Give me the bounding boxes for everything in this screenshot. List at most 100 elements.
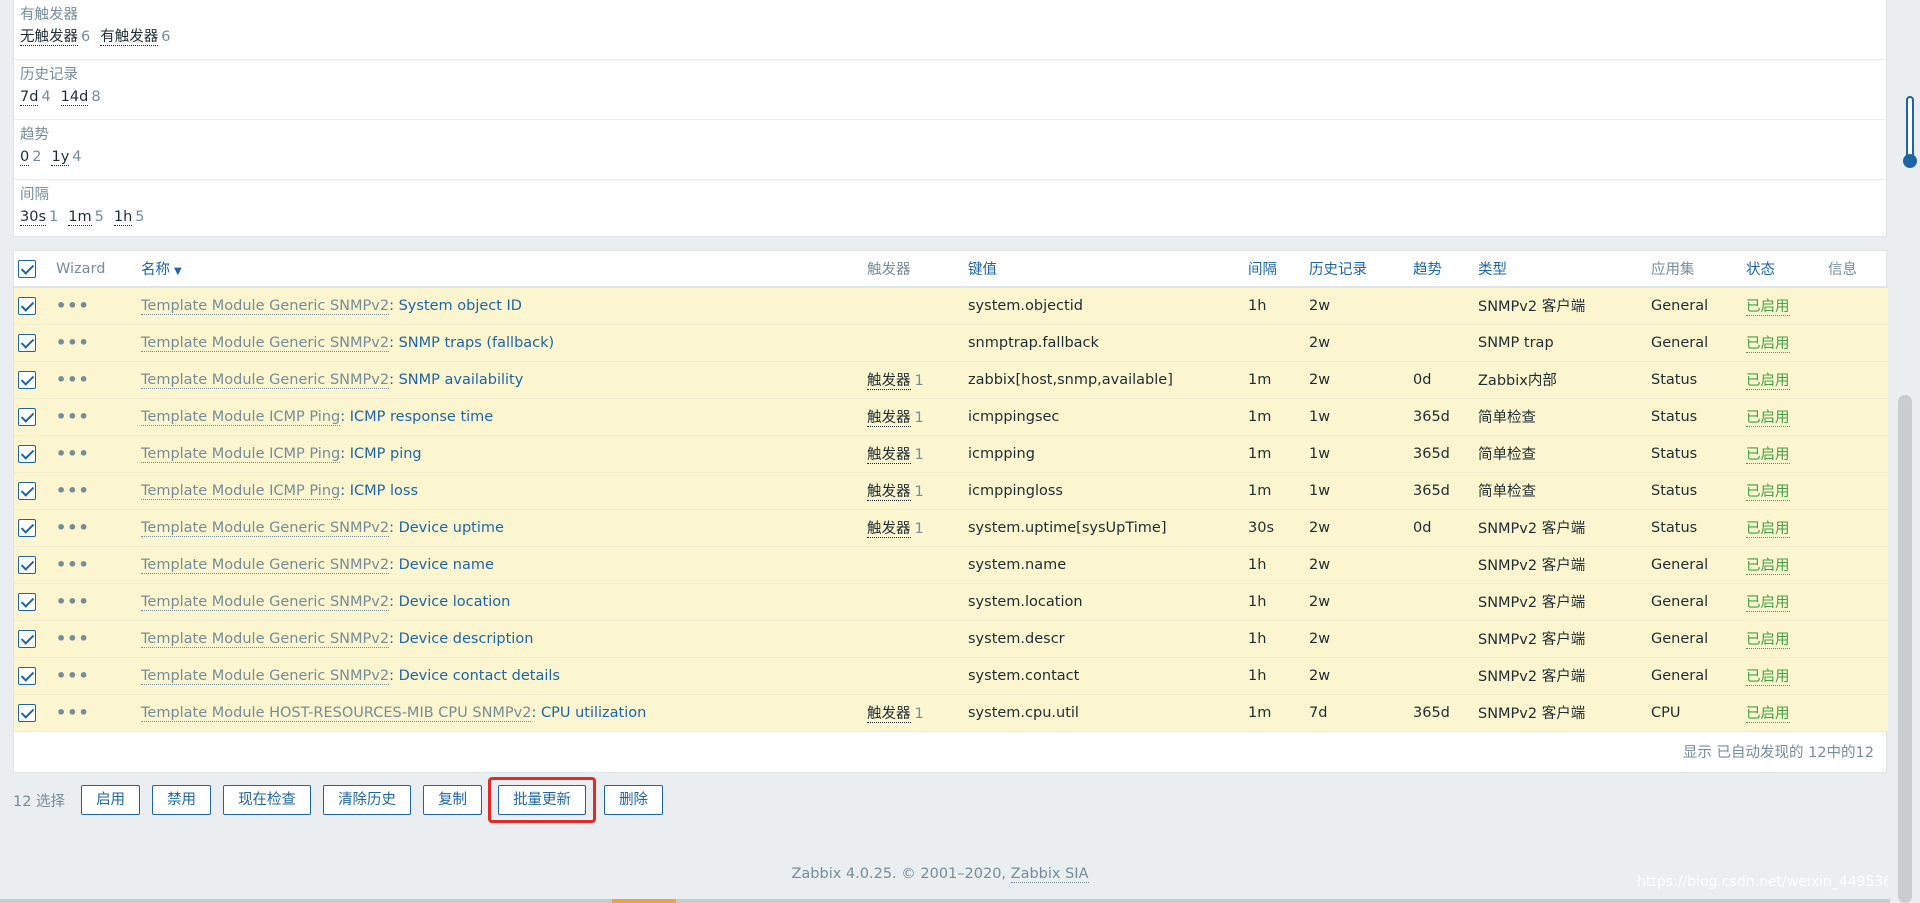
- more-dots-icon[interactable]: •••: [56, 370, 90, 389]
- enable-button[interactable]: 启用: [81, 785, 141, 815]
- item-name-link[interactable]: SNMP traps (fallback): [399, 335, 555, 351]
- filter-value[interactable]: 1h 5: [113, 209, 145, 226]
- row-checkbox[interactable]: [18, 444, 36, 463]
- more-dots-icon[interactable]: •••: [56, 555, 90, 574]
- triggers-link[interactable]: 触发器: [867, 521, 911, 538]
- filter-value[interactable]: 1y 4: [51, 149, 82, 166]
- row-checkbox[interactable]: [18, 333, 36, 352]
- template-link[interactable]: Template Module Generic SNMPv2: [141, 297, 390, 315]
- triggers-link[interactable]: 触发器: [867, 706, 911, 723]
- filter-value-label[interactable]: 有触发器: [100, 29, 159, 46]
- row-checkbox[interactable]: [18, 703, 36, 722]
- status-toggle[interactable]: 已启用: [1746, 336, 1790, 353]
- more-dots-icon[interactable]: •••: [56, 703, 90, 722]
- row-checkbox[interactable]: [18, 407, 36, 426]
- status-toggle[interactable]: 已启用: [1746, 669, 1790, 686]
- template-link[interactable]: Template Module ICMP Ping: [141, 408, 341, 426]
- filter-value-label[interactable]: 1y: [51, 149, 70, 166]
- filter-value-label[interactable]: 无触发器: [20, 29, 78, 46]
- status-toggle[interactable]: 已启用: [1746, 558, 1790, 575]
- template-link[interactable]: Template Module ICMP Ping: [141, 445, 341, 463]
- row-checkbox[interactable]: [18, 518, 36, 537]
- filter-value[interactable]: 1m 5: [68, 209, 104, 226]
- status-toggle[interactable]: 已启用: [1746, 595, 1790, 612]
- clear-history-button[interactable]: 清除历史: [323, 785, 412, 815]
- filter-value-label[interactable]: 1h: [113, 209, 133, 226]
- status-toggle[interactable]: 已启用: [1746, 410, 1790, 427]
- item-name-link[interactable]: SNMP availability: [399, 372, 524, 388]
- item-name-link[interactable]: Device location: [399, 594, 511, 610]
- header-key[interactable]: 键值: [964, 251, 1244, 288]
- disable-button[interactable]: 禁用: [152, 785, 212, 815]
- filter-value[interactable]: 14d 8: [60, 89, 101, 106]
- item-name-link[interactable]: Device name: [399, 557, 494, 573]
- status-toggle[interactable]: 已启用: [1746, 632, 1790, 649]
- more-dots-icon[interactable]: •••: [56, 333, 90, 352]
- select-all-checkbox[interactable]: [18, 259, 36, 278]
- triggers-link[interactable]: 触发器: [867, 447, 911, 464]
- row-checkbox[interactable]: [18, 555, 36, 574]
- item-name-link[interactable]: ICMP response time: [350, 409, 494, 425]
- template-link[interactable]: Template Module Generic SNMPv2: [141, 334, 390, 352]
- header-type[interactable]: 类型: [1474, 251, 1647, 288]
- more-dots-icon[interactable]: •••: [56, 592, 90, 611]
- more-dots-icon[interactable]: •••: [56, 407, 90, 426]
- template-link[interactable]: Template Module Generic SNMPv2: [141, 630, 390, 648]
- item-name-link[interactable]: Device contact details: [399, 668, 560, 684]
- status-toggle[interactable]: 已启用: [1746, 521, 1790, 538]
- header-name-label[interactable]: 名称: [141, 262, 170, 278]
- template-link[interactable]: Template Module Generic SNMPv2: [141, 667, 390, 685]
- row-checkbox[interactable]: [18, 370, 36, 389]
- filter-value-label[interactable]: 1m: [68, 209, 92, 226]
- item-name-link[interactable]: Device uptime: [399, 520, 504, 536]
- check-now-button[interactable]: 现在检查: [223, 785, 312, 815]
- template-link[interactable]: Template Module HOST-RESOURCES-MIB CPU S…: [141, 704, 532, 722]
- status-toggle[interactable]: 已启用: [1746, 447, 1790, 464]
- filter-value[interactable]: 02: [20, 149, 41, 166]
- item-name-link[interactable]: Device description: [399, 631, 534, 647]
- more-dots-icon[interactable]: •••: [56, 518, 90, 537]
- mass-update-button[interactable]: 批量更新: [498, 785, 587, 815]
- header-interval[interactable]: 间隔: [1244, 251, 1305, 288]
- triggers-link[interactable]: 触发器: [867, 484, 911, 501]
- item-name-link[interactable]: ICMP ping: [350, 446, 422, 462]
- scrollbar[interactable]: [1888, 0, 1920, 903]
- item-name-link[interactable]: System object ID: [399, 298, 522, 314]
- row-checkbox[interactable]: [18, 666, 36, 685]
- filter-value-label[interactable]: 14d: [60, 89, 89, 106]
- template-link[interactable]: Template Module Generic SNMPv2: [141, 593, 390, 611]
- filter-value[interactable]: 7d 4: [20, 89, 51, 106]
- copy-button[interactable]: 复制: [423, 785, 483, 815]
- header-history[interactable]: 历史记录: [1305, 251, 1409, 288]
- status-toggle[interactable]: 已启用: [1746, 299, 1790, 317]
- item-name-link[interactable]: ICMP loss: [350, 483, 418, 499]
- filter-value-label[interactable]: 30s: [20, 209, 47, 226]
- scrollbar-thumb[interactable]: [1898, 395, 1912, 903]
- header-status[interactable]: 状态: [1742, 251, 1824, 288]
- triggers-link[interactable]: 触发器: [867, 373, 911, 390]
- triggers-link[interactable]: 触发器: [867, 410, 911, 427]
- filter-value-label[interactable]: 7d: [20, 89, 39, 106]
- more-dots-icon[interactable]: •••: [56, 444, 90, 463]
- item-name-link[interactable]: CPU utilization: [541, 705, 646, 721]
- status-toggle[interactable]: 已启用: [1746, 373, 1790, 390]
- header-trends[interactable]: 趋势: [1409, 251, 1474, 288]
- template-link[interactable]: Template Module Generic SNMPv2: [141, 519, 390, 537]
- row-checkbox[interactable]: [18, 629, 36, 648]
- status-toggle[interactable]: 已启用: [1746, 706, 1790, 723]
- template-link[interactable]: Template Module Generic SNMPv2: [141, 556, 390, 574]
- more-dots-icon[interactable]: •••: [56, 481, 90, 500]
- filter-value[interactable]: 有触发器 6: [100, 29, 170, 46]
- header-name[interactable]: 名称 ▼: [137, 251, 863, 288]
- more-dots-icon[interactable]: •••: [56, 296, 90, 315]
- more-dots-icon[interactable]: •••: [56, 629, 90, 648]
- status-toggle[interactable]: 已启用: [1746, 484, 1790, 501]
- more-dots-icon[interactable]: •••: [56, 666, 90, 685]
- filter-value[interactable]: 无触发器 6: [20, 29, 90, 46]
- row-checkbox[interactable]: [18, 592, 36, 611]
- template-link[interactable]: Template Module Generic SNMPv2: [141, 371, 390, 389]
- filter-value[interactable]: 30s 1: [20, 209, 58, 226]
- footer-link[interactable]: Zabbix SIA: [1010, 866, 1089, 883]
- row-checkbox[interactable]: [18, 296, 36, 315]
- template-link[interactable]: Template Module ICMP Ping: [141, 482, 341, 500]
